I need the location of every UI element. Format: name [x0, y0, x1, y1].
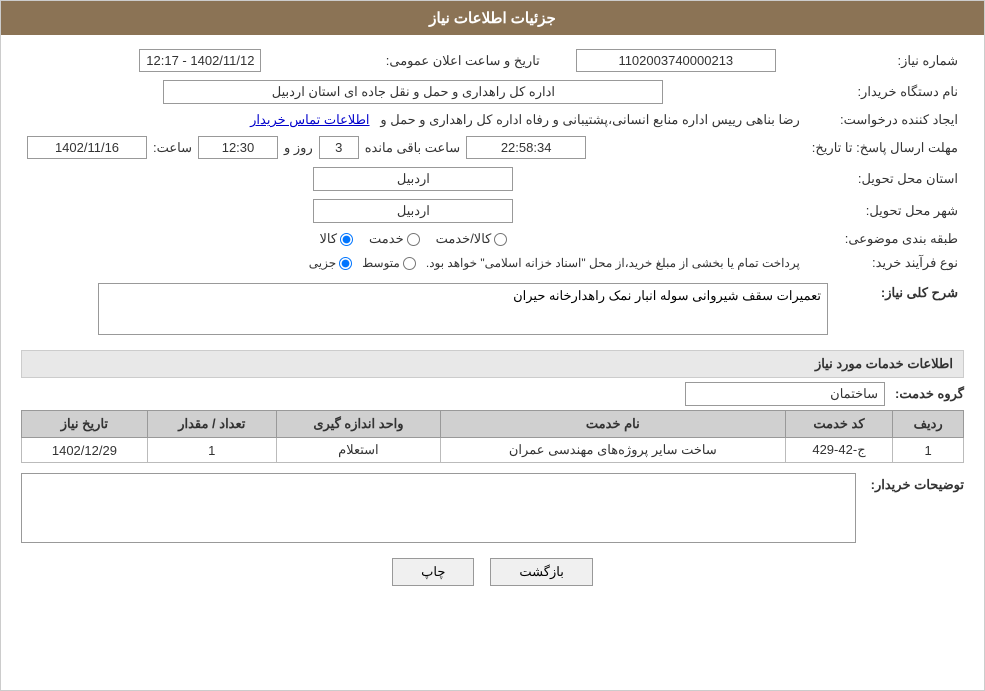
- services-section-title: اطلاعات خدمات مورد نیاز: [815, 356, 953, 371]
- th-service-code: کد خدمت: [785, 411, 893, 438]
- category-radio-khedmat[interactable]: [407, 233, 420, 246]
- creator-value: رضا بناهی رییس اداره منابع انسانی،پشتیبا…: [380, 112, 799, 127]
- category-option-kala-khedmat[interactable]: کالا/خدمت: [436, 231, 508, 247]
- buyer-box-wrapper: [21, 473, 856, 546]
- page-header: جزئیات اطلاعات نیاز: [1, 1, 984, 35]
- deadline-cell: 22:58:34 ساعت باقی مانده 3 روز و 12:30 س…: [21, 132, 806, 163]
- city-value: اردبیل: [313, 199, 513, 223]
- td-service_code: ج-42-429: [785, 438, 893, 463]
- category-radio-kala-khedmat[interactable]: [494, 233, 507, 246]
- city-label: شهر محل تحویل:: [806, 195, 964, 227]
- category-label-kala-khedmat: کالا/خدمت: [436, 231, 492, 247]
- deadline-days: 3: [319, 136, 359, 159]
- category-radio-group: کالا/خدمت خدمت کالا: [27, 231, 800, 247]
- buyer-org-label: نام دستگاه خریدار:: [806, 76, 964, 108]
- announce-date-label: تاریخ و ساعت اعلان عمومی:: [380, 45, 546, 76]
- row-deadline: مهلت ارسال پاسخ: تا تاریخ: 22:58:34 ساعت…: [21, 132, 964, 163]
- process-radio-small[interactable]: [339, 257, 352, 270]
- services-section-header: اطلاعات خدمات مورد نیاز: [21, 350, 964, 378]
- deadline-days-label: روز و: [284, 140, 313, 156]
- table-row: 1ج-42-429ساخت سایر پروژه‌های مهندسی عمرا…: [22, 438, 964, 463]
- print-button[interactable]: چاپ: [392, 558, 474, 586]
- th-row-num: ردیف: [893, 411, 964, 438]
- category-label: طبقه بندی موضوعی:: [806, 227, 964, 251]
- td-date: 1402/12/29: [22, 438, 148, 463]
- row-category: طبقه بندی موضوعی: کالا/خدمت خدمت: [21, 227, 964, 251]
- main-content: شماره نیاز: 1102003740000213 تاریخ و ساع…: [1, 35, 984, 608]
- services-table-body: 1ج-42-429ساخت سایر پروژه‌های مهندسی عمرا…: [22, 438, 964, 463]
- deadline-remaining: 22:58:34: [466, 136, 586, 159]
- td-quantity: 1: [147, 438, 276, 463]
- category-label-khedmat: خدمت: [369, 231, 404, 247]
- process-label-medium: متوسط: [362, 256, 400, 270]
- page-wrapper: جزئیات اطلاعات نیاز شماره نیاز: 11020037…: [0, 0, 985, 691]
- process-radio-medium[interactable]: [403, 257, 416, 270]
- buyer-org-value: اداره کل راهداری و حمل و نقل جاده ای است…: [163, 80, 663, 104]
- page-title: جزئیات اطلاعات نیاز: [429, 10, 556, 27]
- category-label-kala: کالا: [319, 231, 337, 247]
- button-row: بازگشت چاپ: [21, 558, 964, 586]
- row-buyer-org: نام دستگاه خریدار: اداره کل راهداری و حم…: [21, 76, 964, 108]
- buyer-desc-label: توضیحات خریدار:: [864, 473, 964, 493]
- city-cell: اردبیل: [21, 195, 806, 227]
- process-label: نوع فرآیند خرید:: [806, 251, 964, 275]
- services-table: ردیف کد خدمت نام خدمت واحد اندازه گیری ت…: [21, 410, 964, 463]
- need-number-label: شماره نیاز:: [806, 45, 964, 76]
- announce-date-cell: 1402/11/12 - 12:17: [21, 45, 380, 76]
- description-textarea[interactable]: [98, 283, 828, 335]
- process-label-small: جزیی: [309, 256, 336, 270]
- need-number-cell: 1102003740000213: [546, 45, 806, 76]
- process-row: پرداخت تمام یا بخشی از مبلغ خرید،از محل …: [27, 256, 800, 270]
- info-table: شماره نیاز: 1102003740000213 تاریخ و ساع…: [21, 45, 964, 275]
- province-value: اردبیل: [313, 167, 513, 191]
- description-cell: [21, 279, 834, 342]
- row-process: نوع فرآیند خرید: پرداخت تمام یا بخشی از …: [21, 251, 964, 275]
- buyer-desc-section: توضیحات خریدار:: [21, 473, 964, 546]
- td-unit: استعلام: [276, 438, 440, 463]
- creator-label: ایجاد کننده درخواست:: [806, 108, 964, 132]
- creator-cell: رضا بناهی رییس اداره منابع انسانی،پشتیبا…: [21, 108, 806, 132]
- row-province: استان محل تحویل: اردبیل: [21, 163, 964, 195]
- process-option-medium[interactable]: متوسط: [362, 256, 416, 270]
- back-button[interactable]: بازگشت: [490, 558, 592, 586]
- announce-date-value: 1402/11/12 - 12:17: [139, 49, 261, 72]
- buyer-section: توضیحات خریدار:: [21, 473, 964, 546]
- province-cell: اردبیل: [21, 163, 806, 195]
- th-quantity: تعداد / مقدار: [147, 411, 276, 438]
- td-row_num: 1: [893, 438, 964, 463]
- row-city: شهر محل تحویل: اردبیل: [21, 195, 964, 227]
- group-service-value: ساختمان: [685, 382, 885, 406]
- process-note: پرداخت تمام یا بخشی از مبلغ خرید،از محل …: [426, 256, 800, 270]
- need-number-value: 1102003740000213: [576, 49, 776, 72]
- row-creator: ایجاد کننده درخواست: رضا بناهی رییس ادار…: [21, 108, 964, 132]
- deadline-label: مهلت ارسال پاسخ: تا تاریخ:: [806, 132, 964, 163]
- row-need-number: شماره نیاز: 1102003740000213 تاریخ و ساع…: [21, 45, 964, 76]
- deadline-date: 1402/11/16: [27, 136, 147, 159]
- deadline-remaining-label: ساعت باقی مانده: [365, 140, 460, 156]
- group-service-label: گروه خدمت:: [895, 386, 964, 402]
- th-service-name: نام خدمت: [441, 411, 786, 438]
- category-cell: کالا/خدمت خدمت کالا: [21, 227, 806, 251]
- process-option-small[interactable]: جزیی: [309, 256, 352, 270]
- row-description: شرح کلی نیاز:: [21, 279, 964, 342]
- th-unit: واحد اندازه گیری: [276, 411, 440, 438]
- category-option-kala[interactable]: کالا: [319, 231, 353, 247]
- buyer-desc-textarea[interactable]: [21, 473, 856, 543]
- province-label: استان محل تحویل:: [806, 163, 964, 195]
- buyer-org-cell: اداره کل راهداری و حمل و نقل جاده ای است…: [21, 76, 806, 108]
- description-label: شرح کلی نیاز:: [834, 279, 964, 342]
- deadline-time-label: ساعت:: [153, 140, 192, 156]
- category-option-khedmat[interactable]: خدمت: [369, 231, 420, 247]
- description-table: شرح کلی نیاز:: [21, 279, 964, 342]
- process-cell: پرداخت تمام یا بخشی از مبلغ خرید،از محل …: [21, 251, 806, 275]
- group-service-row: گروه خدمت: ساختمان: [21, 382, 964, 406]
- td-service_name: ساخت سایر پروژه‌های مهندسی عمران: [441, 438, 786, 463]
- deadline-time: 12:30: [198, 136, 278, 159]
- services-table-header-row: ردیف کد خدمت نام خدمت واحد اندازه گیری ت…: [22, 411, 964, 438]
- services-table-head: ردیف کد خدمت نام خدمت واحد اندازه گیری ت…: [22, 411, 964, 438]
- category-radio-kala[interactable]: [340, 233, 353, 246]
- creator-link[interactable]: اطلاعات تماس خریدار: [250, 112, 369, 127]
- th-date: تاریخ نیاز: [22, 411, 148, 438]
